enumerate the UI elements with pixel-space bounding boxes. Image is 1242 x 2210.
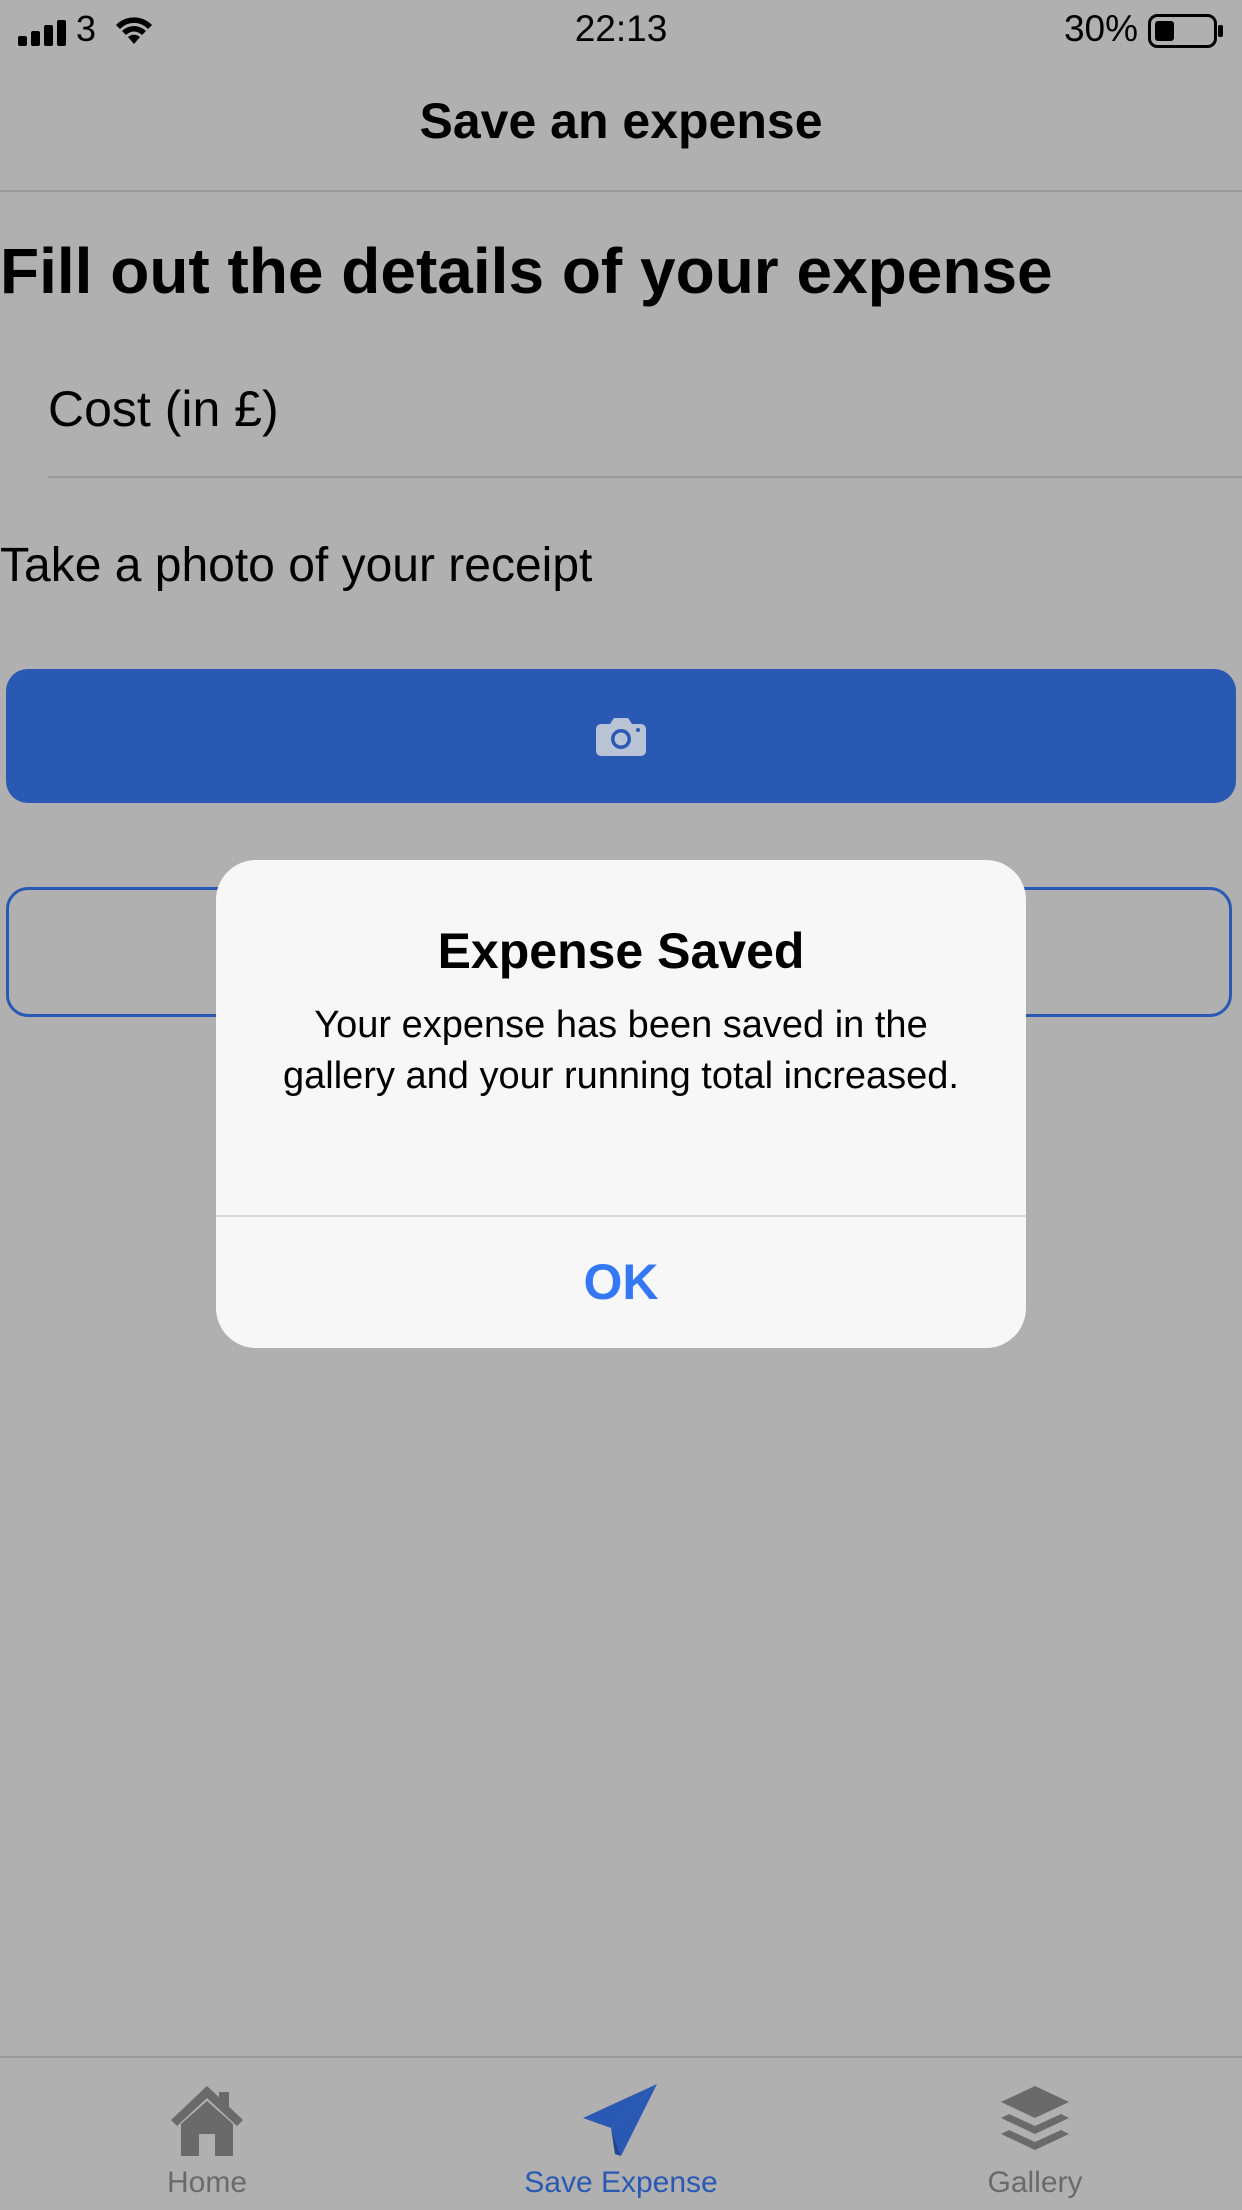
status-time: 22:13 bbox=[574, 8, 668, 49]
form-heading: Fill out the details of your expense bbox=[0, 235, 1053, 307]
tab-gallery[interactable]: Gallery bbox=[828, 2058, 1242, 2210]
alert-message: Your expense has been saved in the galle… bbox=[283, 1004, 959, 1097]
tab-home-label: Home bbox=[166, 2166, 248, 2199]
alert-ok-button[interactable]: OK bbox=[216, 1217, 1026, 1348]
photo-label: Take a photo of your receipt bbox=[0, 539, 593, 592]
tab-gallery-label: Gallery bbox=[987, 2166, 1083, 2199]
cost-input-placeholder: Cost (in £) bbox=[48, 381, 279, 437]
tab-save-expense[interactable]: Save Expense bbox=[414, 2058, 828, 2210]
alert-title: Expense Saved bbox=[437, 923, 805, 979]
tab-home[interactable]: Home bbox=[0, 2058, 414, 2210]
battery-icon bbox=[1148, 14, 1223, 48]
tab-save-expense-label: Save Expense bbox=[524, 2166, 718, 2199]
expense-saved-alert: Expense Saved Your expense has been save… bbox=[216, 860, 1026, 1348]
battery-percent: 30% bbox=[1063, 8, 1138, 49]
cost-input[interactable]: Cost (in £) bbox=[48, 372, 1242, 478]
camera-icon bbox=[596, 718, 646, 756]
tab-bar: Home Save Expense Gallery bbox=[0, 2056, 1242, 2210]
status-bar: 3 22:13 30% bbox=[0, 0, 1242, 60]
layers-icon bbox=[1001, 2086, 1069, 2150]
page-title: Save an expense bbox=[419, 93, 823, 149]
nav-divider bbox=[0, 190, 1242, 192]
paper-plane-icon bbox=[583, 2084, 657, 2156]
home-icon bbox=[171, 2086, 243, 2156]
